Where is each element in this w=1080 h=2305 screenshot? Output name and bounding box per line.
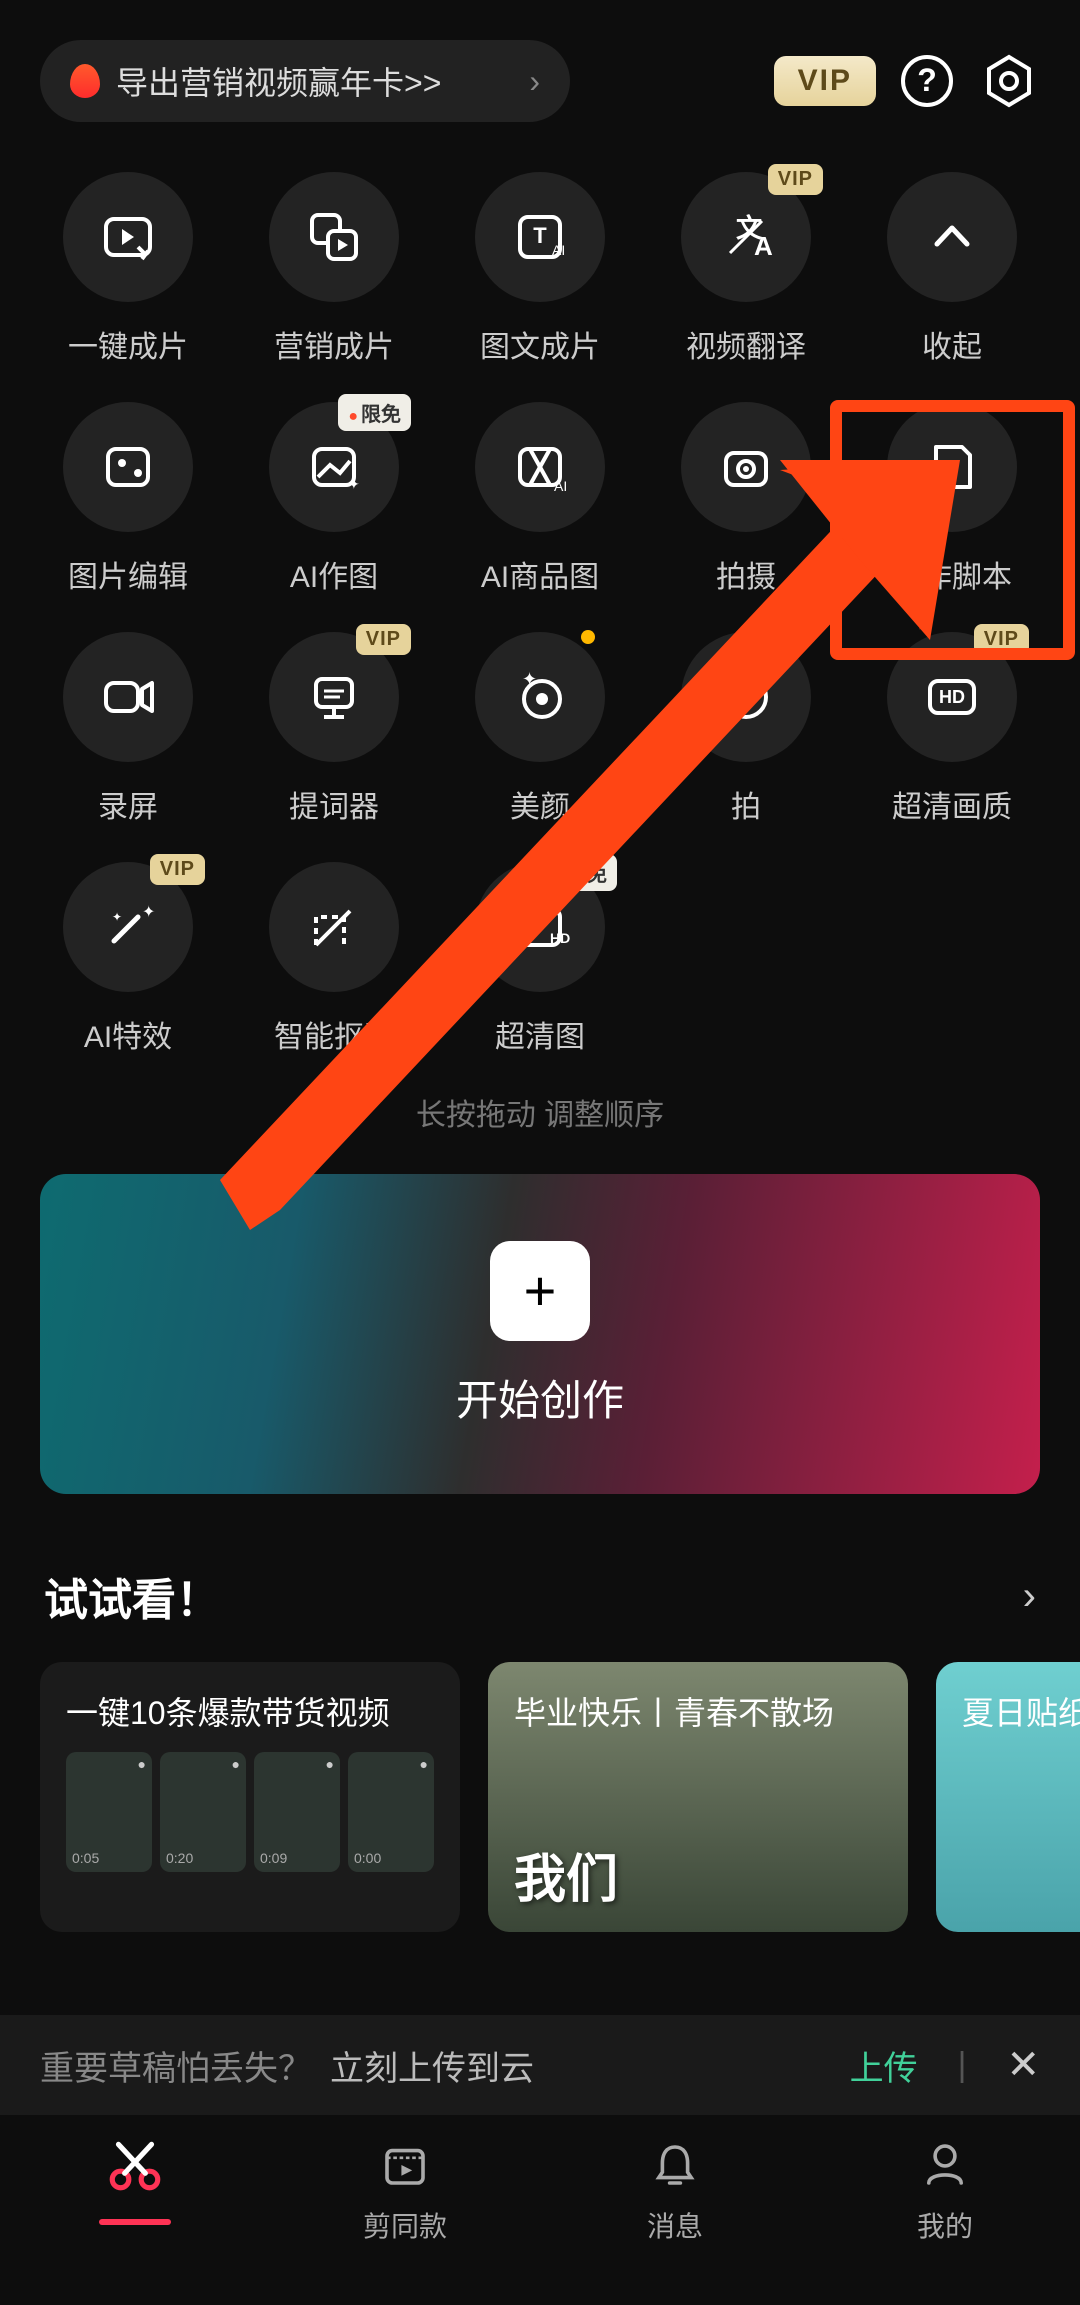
tool-ai-product-image[interactable]: AI AI商品图 [442, 402, 638, 596]
svg-text:✦: ✦ [112, 910, 122, 924]
upload-banner: 重要草稿怕丢失？ 立刻上传到云 上传 | ✕ [0, 2015, 1080, 2115]
header: 导出营销视频赢年卡>> › VIP ? [0, 0, 1080, 152]
vip-tag-icon: VIP [974, 624, 1029, 655]
promo-text: 导出营销视频赢年卡>> [116, 58, 441, 104]
tool-grid: 一键成片 营销成片 TAI 图文成片 VIP文A 视频翻译 收起 图片编辑 限免… [0, 152, 1080, 1056]
svg-text:T: T [533, 223, 547, 248]
tool-teleprompter[interactable]: VIP 提词器 [236, 632, 432, 826]
nav-messages[interactable]: 消息 [540, 2135, 810, 2305]
try-cards: 一键10条爆款带货视频 0:05 0:20 0:09 0:00 毕业快乐丨青春不… [0, 1662, 1080, 1932]
tool-hd-image[interactable]: 限免HD 超清图 [442, 862, 638, 1056]
chevron-right-icon: › [529, 63, 540, 100]
plus-icon: + [490, 1241, 590, 1341]
start-create-label: 开始创作 [456, 1367, 624, 1428]
tool-pai[interactable]: 拍 [648, 632, 844, 826]
profile-icon [918, 2135, 972, 2195]
svg-text:A: A [754, 231, 773, 261]
free-tag-icon: 限免 [338, 394, 411, 431]
tool-marketing-video[interactable]: 营销成片 [236, 172, 432, 366]
scissors-icon [104, 2135, 166, 2195]
svg-text:HD: HD [939, 687, 965, 707]
tool-beauty[interactable]: ✦ 美颜 [442, 632, 638, 826]
free-tag-icon: 限免 [544, 854, 617, 891]
nav-profile[interactable]: 我的 [810, 2135, 1080, 2305]
vip-tag-icon: VIP [150, 854, 205, 885]
vip-badge[interactable]: VIP [774, 56, 876, 106]
tool-shoot[interactable]: 拍摄 [648, 402, 844, 596]
svg-text:HD: HD [550, 930, 570, 946]
tool-video-translate[interactable]: VIP文A 视频翻译 [648, 172, 844, 366]
tool-ai-effects[interactable]: VIP✦✦ AI特效 [30, 862, 226, 1056]
nav-templates[interactable]: 剪同款 [270, 2135, 540, 2305]
svg-text:✦: ✦ [142, 904, 155, 921]
tool-create-script[interactable]: 创作脚本 [854, 402, 1050, 596]
flame-icon [70, 64, 100, 98]
chevron-right-icon: › [1023, 1574, 1036, 1619]
promo-banner[interactable]: 导出营销视频赢年卡>> › [40, 40, 570, 122]
svg-text:AI: AI [554, 478, 567, 494]
svg-text:✦: ✦ [522, 669, 537, 689]
nav-edit[interactable] [0, 2135, 270, 2305]
tool-one-click-video[interactable]: 一键成片 [30, 172, 226, 366]
settings-icon[interactable] [978, 50, 1040, 112]
try-section-header[interactable]: 试试看！ › [0, 1494, 1080, 1662]
templates-icon [378, 2135, 432, 2195]
tool-image-edit[interactable]: 图片编辑 [30, 402, 226, 596]
upload-question: 重要草稿怕丢失？ [40, 2041, 312, 2090]
svg-text:AI: AI [552, 242, 565, 258]
reorder-hint: 长按拖动 调整顺序 [0, 1090, 1080, 1134]
start-create-card[interactable]: + 开始创作 [40, 1174, 1040, 1494]
tool-hd-quality[interactable]: VIPHD 超清画质 [854, 632, 1050, 826]
try-card-1[interactable]: 一键10条爆款带货视频 0:05 0:20 0:09 0:00 [40, 1662, 460, 1932]
upload-prompt: 立刻上传到云 [330, 2041, 534, 2090]
svg-text:?: ? [917, 62, 937, 98]
tool-screen-record[interactable]: 录屏 [30, 632, 226, 826]
tool-smart-cutout[interactable]: 智能抠图 [236, 862, 432, 1056]
close-icon[interactable]: ✕ [1006, 2042, 1040, 2088]
notification-dot-icon [581, 630, 595, 644]
vip-tag-icon: VIP [768, 164, 823, 195]
tool-ai-image[interactable]: 限免✦ AI作图 [236, 402, 432, 596]
try-card-2[interactable]: 毕业快乐丨青春不散场 我们 [488, 1662, 908, 1932]
help-icon[interactable]: ? [896, 50, 958, 112]
try-card-3[interactable]: 夏日贴纸 [936, 1662, 1080, 1932]
collapse-button[interactable]: 收起 [854, 172, 1050, 366]
tool-text-image-video[interactable]: TAI 图文成片 [442, 172, 638, 366]
bottom-nav: 剪同款 消息 我的 [0, 2115, 1080, 2305]
upload-button[interactable]: 上传 [850, 2041, 918, 2090]
bell-icon [648, 2135, 702, 2195]
svg-text:✦: ✦ [348, 476, 360, 492]
vip-tag-icon: VIP [356, 624, 411, 655]
try-heading: 试试看！ [44, 1564, 220, 1628]
